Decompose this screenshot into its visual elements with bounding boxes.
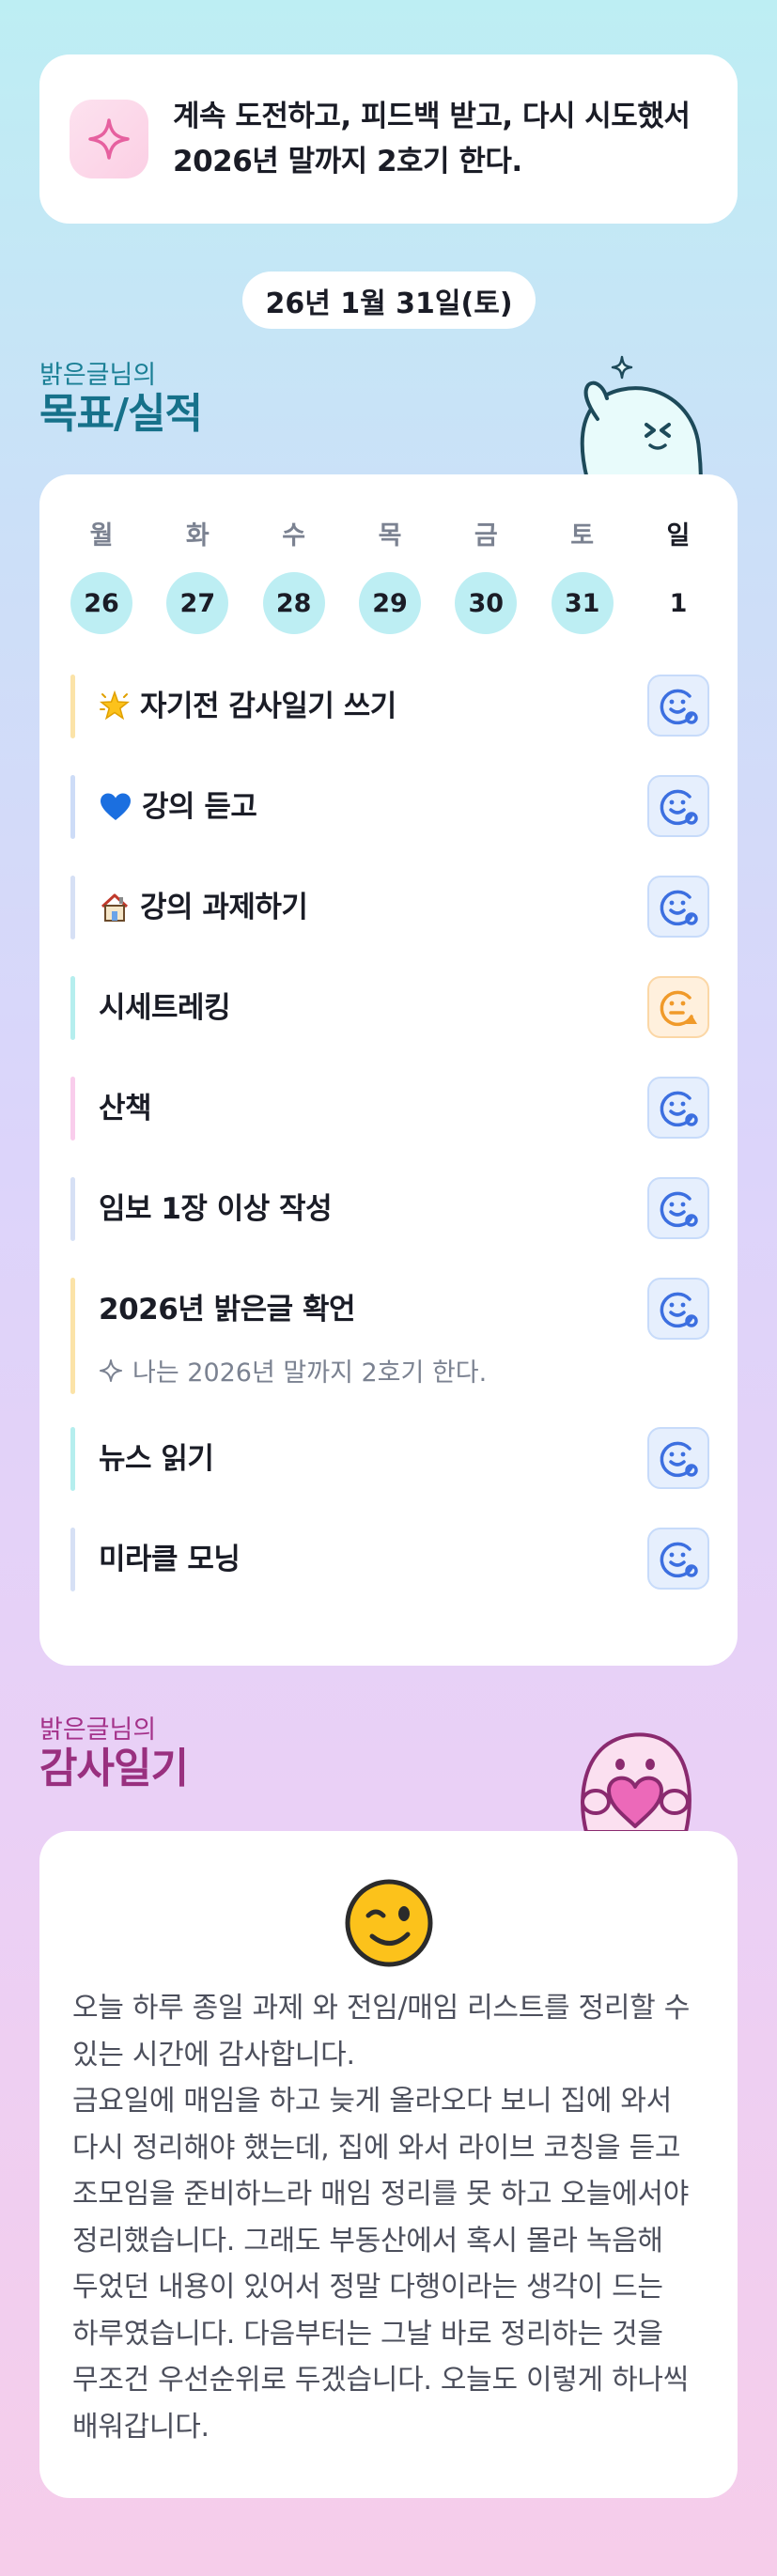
goals-section-subtitle: 밝은글님의: [39, 361, 157, 390]
status-done-icon[interactable]: [647, 1077, 709, 1139]
goal-item[interactable]: 미라클 모닝: [70, 1528, 709, 1591]
goal-body: 강의 과제하기: [70, 876, 308, 924]
goal-title: 산책: [99, 1092, 152, 1125]
calendar-day[interactable]: 일1: [647, 520, 709, 634]
thanks-section-header: 밝은글님의 감사일기: [39, 1715, 189, 1793]
thanks-section-title: 감사일기: [39, 1745, 189, 1793]
day-name-label: 일: [666, 521, 691, 551]
calendar-day[interactable]: 수 28: [262, 520, 325, 634]
ghost-mascot-icon: [560, 351, 710, 485]
goals-card: 월 26 화 27 수 28 목 29 금 30 토 31 일 1 자기전 감사일기 쓰기 강의 듣고 강의 …: [39, 474, 738, 1666]
calendar-day[interactable]: 월 26: [70, 520, 132, 634]
day-number: 31: [551, 572, 614, 634]
thanks-section-subtitle: 밝은글님의: [39, 1715, 157, 1745]
goals-section-title: 목표/실적: [39, 390, 203, 439]
heart-mascot-icon: [560, 1712, 710, 1834]
goal-title-text: 임보 1장 이상 작성: [99, 1192, 333, 1226]
goal-subtitle-text: 나는 2026년 말까지 2호기 한다.: [132, 1358, 488, 1388]
goal-item[interactable]: 산책: [70, 1077, 709, 1141]
goal-color-bar: [70, 1177, 75, 1241]
day-name-label: 토: [570, 521, 595, 551]
goal-item[interactable]: 시세트레킹: [70, 976, 709, 1040]
sparkle-icon: [70, 100, 148, 178]
goal-title-text: 2026년 밝은글 확언: [99, 1293, 355, 1327]
goal-title: 시세트레킹: [99, 991, 231, 1025]
status-done-icon[interactable]: [647, 675, 709, 737]
winking-face-icon: [344, 1878, 434, 1968]
goal-item[interactable]: 자기전 감사일기 쓰기: [70, 675, 709, 738]
week-calendar: 월 26 화 27 수 28 목 29 금 30 토 31 일 1: [70, 520, 709, 634]
calendar-day[interactable]: 금 30: [455, 520, 518, 634]
goal-item[interactable]: 임보 1장 이상 작성: [70, 1177, 709, 1241]
status-done-icon[interactable]: [647, 1427, 709, 1489]
goal-subtitle: 나는 2026년 말까지 2호기 한다.: [99, 1352, 487, 1389]
goal-color-bar: [70, 775, 75, 839]
goal-title-text: 산책: [99, 1092, 152, 1125]
calendar-day[interactable]: 화 27: [166, 520, 229, 634]
day-number: 28: [262, 572, 325, 634]
day-number: 1: [669, 588, 688, 618]
goal-title: 미라클 모닝: [99, 1543, 241, 1576]
goal-list: 자기전 감사일기 쓰기강의 듣고강의 과제하기시세트레킹산책임보 1장 이상 작…: [70, 675, 709, 1628]
goal-title: 2026년 밝은글 확언: [99, 1293, 487, 1327]
status-done-icon[interactable]: [647, 1528, 709, 1590]
day-name-label: 월: [89, 521, 114, 551]
star-sparkle-icon: [99, 691, 131, 722]
status-done-icon[interactable]: [647, 1177, 709, 1239]
day-number: 26: [70, 572, 132, 634]
goal-title: 자기전 감사일기 쓰기: [99, 690, 396, 723]
diary-card: 오늘 하루 종일 과제 와 전임/매임 리스트를 정리할 수 있는 시간에 감사…: [39, 1831, 738, 2498]
day-number: 27: [166, 572, 229, 634]
goal-body: 2026년 밝은글 확언나는 2026년 말까지 2호기 한다.: [70, 1278, 487, 1389]
goal-item[interactable]: 강의 듣고: [70, 775, 709, 839]
goal-title: 뉴스 읽기: [99, 1442, 214, 1476]
goal-body: 뉴스 읽기: [70, 1427, 214, 1476]
goal-color-bar: [70, 1077, 75, 1141]
goal-title-text: 자기전 감사일기 쓰기: [140, 690, 396, 723]
motto-card: 계속 도전하고, 피드백 받고, 다시 시도했서 2026년 말까지 2호기 한…: [39, 54, 738, 224]
house-icon: [99, 892, 131, 923]
blue-heart-icon: [99, 792, 132, 822]
goal-color-bar: [70, 1427, 75, 1491]
goal-color-bar: [70, 876, 75, 939]
status-done-icon[interactable]: [647, 775, 709, 837]
goal-body: 미라클 모닝: [70, 1528, 241, 1576]
goal-item[interactable]: 강의 과제하기: [70, 876, 709, 939]
goals-section-header: 밝은글님의 목표/실적: [39, 361, 203, 439]
goal-title-text: 강의 듣고: [142, 790, 257, 824]
diary-text: 오늘 하루 종일 과제 와 전임/매임 리스트를 정리할 수 있는 시간에 감사…: [72, 1992, 690, 2444]
goal-body: 임보 1장 이상 작성: [70, 1177, 333, 1226]
day-number: 30: [455, 572, 518, 634]
calendar-day[interactable]: 토 31: [551, 520, 614, 634]
goal-title: 강의 듣고: [99, 790, 257, 824]
goal-body: 시세트레킹: [70, 976, 231, 1025]
day-name-label: 금: [474, 521, 498, 551]
goal-color-bar: [70, 675, 75, 738]
day-name-label: 수: [282, 521, 306, 551]
goal-color-bar: [70, 1278, 75, 1394]
goal-title-text: 시세트레킹: [99, 991, 231, 1025]
goal-title-text: 뉴스 읽기: [99, 1442, 214, 1476]
motto-text: 계속 도전하고, 피드백 받고, 다시 시도했서 2026년 말까지 2호기 한…: [173, 99, 691, 178]
status-done-icon[interactable]: [647, 876, 709, 938]
day-name-label: 화: [185, 521, 210, 551]
goal-color-bar: [70, 1528, 75, 1591]
day-name-label: 목: [378, 521, 402, 551]
status-warning-icon[interactable]: [647, 976, 709, 1038]
day-number: 29: [358, 572, 421, 634]
goal-body: 산책: [70, 1077, 152, 1125]
calendar-day[interactable]: 목 29: [358, 520, 421, 634]
goal-title: 강의 과제하기: [99, 891, 308, 924]
goal-title-text: 강의 과제하기: [140, 891, 308, 924]
goal-body: 강의 듣고: [70, 775, 257, 824]
goal-body: 자기전 감사일기 쓰기: [70, 675, 396, 723]
goal-item[interactable]: 뉴스 읽기: [70, 1427, 709, 1491]
sparkle-icon: [99, 1358, 123, 1383]
goal-color-bar: [70, 976, 75, 1040]
goal-title: 임보 1장 이상 작성: [99, 1192, 333, 1226]
status-done-icon[interactable]: [647, 1278, 709, 1340]
goal-title-text: 미라클 모닝: [99, 1543, 241, 1576]
goal-item[interactable]: 2026년 밝은글 확언나는 2026년 말까지 2호기 한다.: [70, 1278, 709, 1394]
date-selector[interactable]: 26년 1월 31일(토): [242, 272, 536, 329]
